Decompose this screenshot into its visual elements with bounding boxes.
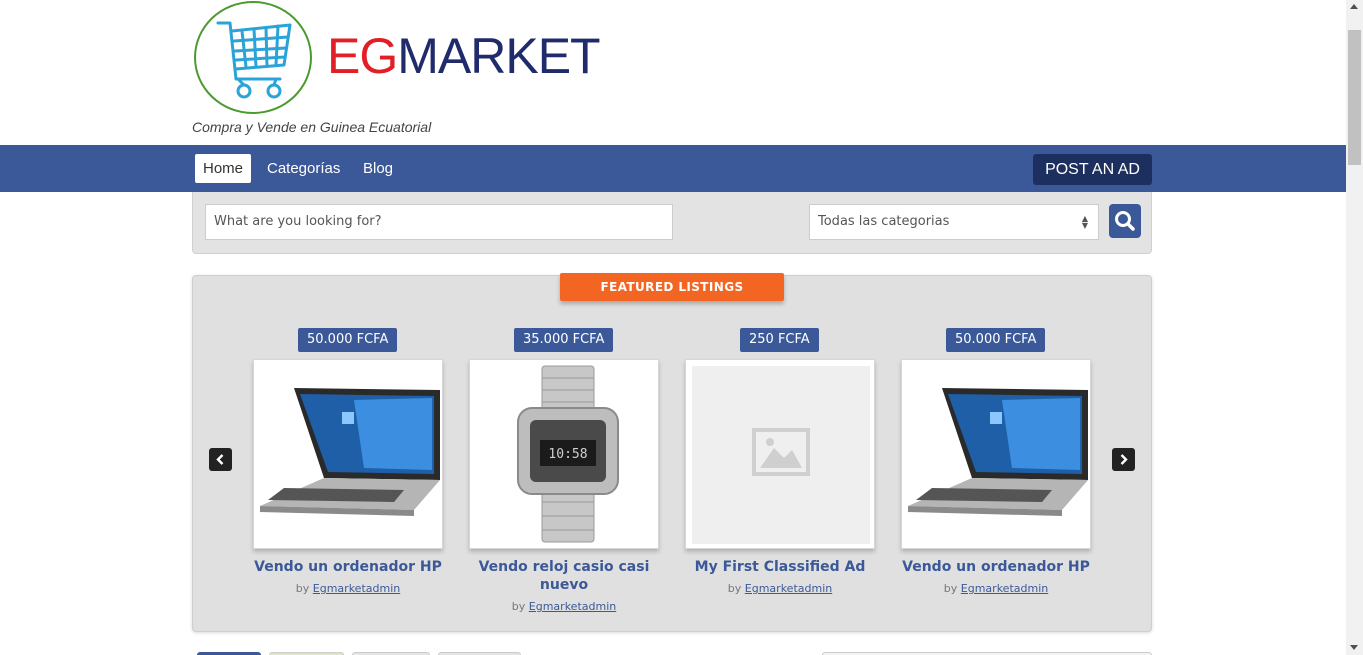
logo-market: MARKET (397, 28, 600, 84)
by-label: by (295, 582, 310, 595)
nav-categorias[interactable]: Categorías (259, 154, 348, 183)
nav-home[interactable]: Home (195, 154, 252, 183)
listing-author-line: by Egmarketadmin (459, 600, 669, 613)
chevron-right-icon (1120, 454, 1128, 465)
listing-title[interactable]: Vendo un ordenador HP (243, 558, 453, 576)
category-select[interactable]: Todas las categorias ▲ ▼ (809, 204, 1099, 240)
listing-price: 35.000 FCFA (514, 328, 614, 352)
svg-text:10:58: 10:58 (548, 447, 587, 462)
listing-price: 50.000 FCFA (946, 328, 1046, 352)
listing-title[interactable]: Vendo un ordenador HP (891, 558, 1101, 576)
search-icon (1115, 211, 1135, 231)
listing-image-laptop[interactable] (253, 359, 443, 549)
listing-author-line: by Egmarketadmin (243, 582, 453, 595)
post-ad-button[interactable]: POST AN AD (1033, 154, 1152, 185)
featured-listings-heading: FEATURED LISTINGS (560, 273, 784, 301)
scroll-down-icon[interactable] (1350, 645, 1358, 650)
page-scrollbar[interactable] (1346, 0, 1363, 655)
cart-logo-icon[interactable] (194, 1, 312, 114)
logo-eg: EG (327, 28, 398, 84)
by-label: by (511, 600, 526, 613)
chevron-left-icon (216, 454, 224, 465)
carousel-next-button[interactable] (1112, 448, 1135, 471)
search-bar: What are you looking for? Todas las cate… (192, 192, 1152, 254)
listing-price: 250 FCFA (740, 328, 819, 352)
listing-title[interactable]: My First Classified Ad (675, 558, 885, 576)
scroll-thumb[interactable] (1348, 30, 1361, 165)
site-logo[interactable]: EGMARKET (327, 26, 601, 86)
listing-image-placeholder[interactable] (685, 359, 875, 549)
nav-blog[interactable]: Blog (355, 154, 401, 183)
listing-author-line: by Egmarketadmin (891, 582, 1101, 595)
search-button[interactable] (1109, 204, 1141, 238)
by-label: by (727, 582, 742, 595)
carousel-prev-button[interactable] (209, 448, 232, 471)
by-label: by (943, 582, 958, 595)
listing-author-line: by Egmarketadmin (675, 582, 885, 595)
site-header: EGMARKET Compra y Vende en Guinea Ecuato… (0, 0, 1346, 145)
site-tagline: Compra y Vende en Guinea Ecuatorial (192, 119, 432, 135)
listing-image-watch[interactable]: 10:58 (469, 359, 659, 549)
scroll-up-icon[interactable] (1350, 4, 1358, 9)
main-nav: Home Categorías Blog POST AN AD (0, 145, 1346, 192)
search-input[interactable]: What are you looking for? (205, 204, 673, 240)
listing-title[interactable]: Vendo reloj casio casi nuevo (459, 558, 669, 594)
listing-price: 50.000 FCFA (298, 328, 398, 352)
select-arrows-icon: ▲ ▼ (1081, 214, 1088, 230)
listing-author-link[interactable]: Egmarketadmin (961, 582, 1048, 595)
listing-author-link[interactable]: Egmarketadmin (529, 600, 616, 613)
listing-image-laptop[interactable] (901, 359, 1091, 549)
category-select-value: Todas las categorias (818, 214, 950, 229)
listing-author-link[interactable]: Egmarketadmin (313, 582, 400, 595)
listing-author-link[interactable]: Egmarketadmin (745, 582, 832, 595)
